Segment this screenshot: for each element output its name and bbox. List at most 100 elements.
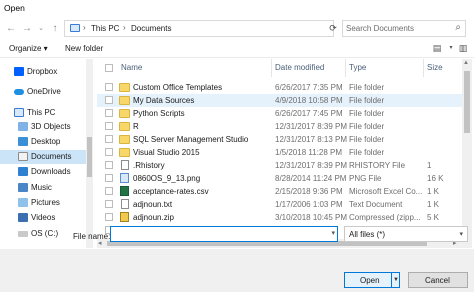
file-type-filter[interactable]: All files (*) ▾ [344,226,468,242]
table-row[interactable]: adjnoun.txt 1/17/2006 1:03 PM Text Docum… [97,198,468,211]
file-list-scrollbar[interactable]: ▲ ▼ [462,59,472,248]
nav-item-3d-objects[interactable]: 3D Objects [0,120,92,134]
row-checkbox[interactable] [105,135,113,143]
file-type: Compressed (zipp... [349,213,421,222]
open-options-chevron-icon[interactable]: ▼ [391,273,400,287]
nav-item-pictures[interactable]: Pictures [0,196,92,210]
table-row[interactable]: .Rhistory 12/31/2017 8:39 PM RHISTORY Fi… [97,159,468,172]
file-date: 12/31/2017 8:13 PM [275,135,348,144]
row-checkbox[interactable] [105,187,113,195]
excel-icon [120,186,129,196]
column-header-date[interactable]: Date modified [275,63,324,72]
computer-icon [70,24,80,32]
row-checkbox[interactable] [105,122,113,130]
document-icon [121,160,129,170]
back-arrow-icon[interactable]: ← [4,22,18,36]
row-checkbox[interactable] [105,161,113,169]
dropbox-icon [14,67,24,76]
file-name-label: File name: [73,232,111,241]
onedrive-icon [14,89,24,95]
column-header-type[interactable]: Type [349,63,366,72]
select-all-checkbox[interactable] [105,64,113,72]
music-icon [18,183,28,192]
nav-item-videos[interactable]: Videos [0,211,92,225]
column-divider[interactable] [271,59,272,77]
column-header-size[interactable]: Size [427,63,443,72]
breadcrumb-documents[interactable]: Documents [131,24,171,33]
chevron-down-icon[interactable]: ▾ [459,230,463,238]
zip-icon [120,212,129,222]
table-row[interactable]: SQL Server Management Studio 12/31/2017 … [97,133,468,146]
search-input[interactable] [346,22,446,35]
file-name-input[interactable] [113,228,323,240]
row-checkbox[interactable] [105,96,113,104]
folder-icon [119,109,130,118]
column-divider[interactable] [423,59,424,77]
search-box[interactable]: ⌕ [342,20,466,37]
table-row[interactable]: R 12/31/2017 8:39 PM File folder [97,120,468,133]
row-checkbox[interactable] [105,148,113,156]
table-row[interactable]: Custom Office Templates 6/26/2017 7:35 P… [97,81,468,94]
nav-item-label: This PC [27,108,56,117]
row-checkbox[interactable] [105,213,113,221]
organize-button[interactable]: Organize ▾ [9,44,48,53]
recent-locations-icon[interactable]: ⌄ [34,22,48,36]
table-row[interactable]: Visual Studio 2015 1/5/2018 11:28 PM Fil… [97,146,468,159]
nav-item-downloads[interactable]: Downloads [0,165,92,179]
table-row[interactable]: adjnoun.zip 3/10/2018 10:45 PM Compresse… [97,211,468,224]
breadcrumb-this-pc[interactable]: This PC [91,24,119,33]
file-type: File folder [349,83,385,92]
nav-item-documents[interactable]: Documents [0,150,92,164]
new-folder-button[interactable]: New folder [65,44,103,53]
table-row[interactable]: My Data Sources 4/9/2018 10:58 PM File f… [97,94,468,107]
image-icon [120,173,129,183]
preview-pane-icon[interactable]: ▥ [456,42,470,55]
chevron-down-icon[interactable]: ▾ [331,229,335,237]
search-icon[interactable]: ⌕ [455,22,461,33]
row-checkbox[interactable] [105,174,113,182]
file-name-field[interactable]: ▾ [110,226,338,242]
table-row[interactable]: Python Scripts 6/26/2017 7:45 PM File fo… [97,107,468,120]
3d-objects-icon [18,122,28,131]
column-divider[interactable] [345,59,346,77]
nav-item-label: 3D Objects [31,122,71,131]
folder-icon [119,122,130,131]
pictures-icon [18,198,28,207]
nav-scroll-thumb[interactable] [87,137,92,177]
nav-item-label: Music [31,183,52,192]
nav-item-dropbox[interactable]: Dropbox [0,65,92,79]
file-date: 12/31/2017 8:39 PM [275,122,348,131]
forward-arrow-icon[interactable]: → [20,22,34,36]
up-arrow-icon[interactable]: ↑ [48,22,62,36]
refresh-icon[interactable]: ⟳ [326,20,340,37]
cancel-button[interactable]: Cancel [408,272,468,288]
folder-icon [119,135,130,144]
row-checkbox[interactable] [105,200,113,208]
file-type: Text Document [349,200,403,209]
nav-item-label: Dropbox [27,67,58,76]
nav-scrollbar[interactable] [86,59,93,248]
column-header-name[interactable]: Name [121,63,142,72]
scroll-thumb[interactable] [464,71,470,133]
view-options-icon[interactable]: ▤ [430,42,444,55]
scroll-up-icon[interactable]: ▲ [463,60,469,66]
file-type: File folder [349,148,385,157]
address-row: ← → ⌄ ↑ › This PC › Documents ⟳ ⌕ [0,18,474,40]
address-bar[interactable]: › This PC › Documents [64,20,334,37]
open-button[interactable]: Open ▼ [344,272,400,288]
table-row[interactable]: acceptance-rates.csv 2/15/2018 9:36 PM M… [97,185,468,198]
file-name: .Rhistory [133,161,165,170]
nav-item-desktop[interactable]: Desktop [0,135,92,149]
breadcrumb-separator-icon[interactable]: › [83,23,86,32]
nav-item-onedrive[interactable]: OneDrive [0,85,92,99]
row-checkbox[interactable] [105,83,113,91]
file-type: Microsoft Excel Co... [349,187,423,196]
table-row[interactable]: 0860OS_9_13.png 8/28/2014 11:24 PM PNG F… [97,172,468,185]
breadcrumb-separator-icon[interactable]: › [123,23,126,32]
row-checkbox[interactable] [105,109,113,117]
nav-item-music[interactable]: Music [0,181,92,195]
nav-item-this-pc[interactable]: This PC [0,106,92,120]
file-name: Python Scripts [133,109,185,118]
file-name: Custom Office Templates [133,83,223,92]
nav-item-label: Documents [31,152,72,161]
